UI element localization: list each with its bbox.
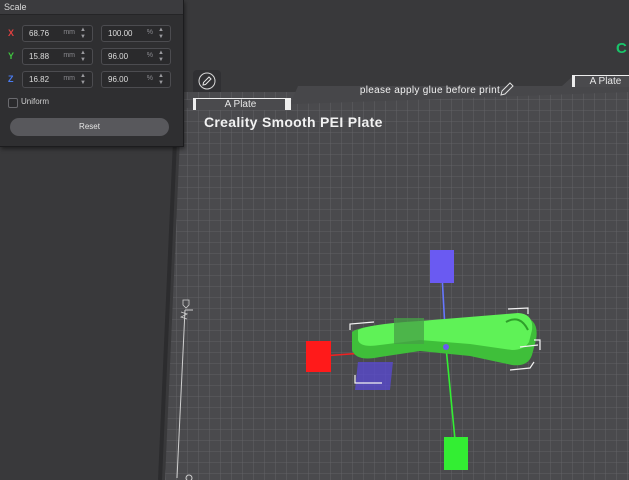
y-percent-input[interactable]: 96.00 % ▲ ▼ bbox=[101, 48, 171, 65]
unit-label: % bbox=[146, 29, 153, 36]
z-percent-value: 96.00 bbox=[108, 75, 129, 84]
chevron-up-icon[interactable]: ▲ bbox=[80, 73, 86, 79]
unit-label: % bbox=[146, 75, 153, 82]
z-size-input[interactable]: 16.82 mm ▲ ▼ bbox=[22, 71, 93, 88]
y-handle[interactable] bbox=[444, 437, 468, 470]
edit-plate-button[interactable] bbox=[193, 70, 221, 92]
app-logo-icon: C bbox=[616, 40, 627, 57]
x-size-input[interactable]: 68.76 mm ▲ ▼ bbox=[22, 25, 93, 42]
pencil-icon bbox=[198, 72, 216, 90]
chevron-down-icon[interactable]: ▼ bbox=[80, 80, 86, 86]
chevron-up-icon[interactable]: ▲ bbox=[158, 73, 164, 79]
plate-tab-right[interactable]: A Plate bbox=[572, 75, 629, 87]
x-percent-value: 100.00 bbox=[108, 29, 133, 38]
y-size-input[interactable]: 15.88 mm ▲ ▼ bbox=[22, 48, 93, 65]
chevron-down-icon[interactable]: ▼ bbox=[158, 57, 164, 63]
scale-row-y: Y 15.88 mm ▲ ▼ 96.00 % ▲ ▼ bbox=[0, 48, 183, 66]
axis-label-y: Y bbox=[8, 51, 15, 61]
chevron-down-icon[interactable]: ▼ bbox=[80, 34, 86, 40]
reset-button[interactable]: Reset bbox=[10, 118, 169, 136]
unit-label: mm bbox=[63, 75, 75, 82]
unit-label: mm bbox=[63, 52, 75, 59]
plate-title: Creality Smooth PEI Plate bbox=[204, 114, 383, 130]
plate-tab-label: A Plate bbox=[196, 99, 285, 110]
x-percent-input[interactable]: 100.00 % ▲ ▼ bbox=[101, 25, 171, 42]
y-size-value: 15.88 bbox=[29, 52, 50, 61]
scale-row-z: Z 16.82 mm ▲ ▼ 96.00 % ▲ ▼ bbox=[0, 71, 183, 89]
z-percent-input[interactable]: 96.00 % ▲ ▼ bbox=[101, 71, 171, 88]
plate-tab-label: A Plate bbox=[575, 76, 629, 87]
uniform-checkbox[interactable] bbox=[8, 98, 18, 108]
scale-row-x: X 68.76 mm ▲ ▼ 100.00 % ▲ ▼ bbox=[0, 25, 183, 43]
x-handle[interactable] bbox=[306, 341, 331, 372]
chevron-down-icon[interactable]: ▼ bbox=[80, 57, 86, 63]
spinner[interactable]: ▲ ▼ bbox=[79, 72, 89, 87]
spinner[interactable]: ▲ ▼ bbox=[79, 26, 89, 41]
chevron-up-icon[interactable]: ▲ bbox=[158, 27, 164, 33]
chevron-down-icon[interactable]: ▼ bbox=[158, 80, 164, 86]
panel-title: Scale bbox=[0, 0, 183, 15]
unit-label: % bbox=[146, 52, 153, 59]
spinner[interactable]: ▲ ▼ bbox=[157, 49, 167, 64]
spinner[interactable]: ▲ ▼ bbox=[79, 49, 89, 64]
chevron-up-icon[interactable]: ▲ bbox=[158, 50, 164, 56]
axis-label-x: X bbox=[8, 28, 15, 38]
chevron-up-icon[interactable]: ▲ bbox=[80, 50, 86, 56]
y-percent-value: 96.00 bbox=[108, 52, 129, 61]
plate-tab-left[interactable]: A Plate bbox=[193, 98, 291, 110]
x-size-value: 68.76 bbox=[29, 29, 50, 38]
unit-label: mm bbox=[63, 29, 75, 36]
spinner[interactable]: ▲ ▼ bbox=[157, 26, 167, 41]
uniform-label: Uniform bbox=[21, 97, 50, 106]
scale-panel: Scale X 68.76 mm ▲ ▼ 100.00 % ▲ ▼ Y 15.8… bbox=[0, 0, 184, 147]
chevron-up-icon[interactable]: ▲ bbox=[80, 27, 86, 33]
spinner[interactable]: ▲ ▼ bbox=[157, 72, 167, 87]
axis-label-z: Z bbox=[8, 74, 14, 84]
z-size-value: 16.82 bbox=[29, 75, 50, 84]
plate-note[interactable]: please apply glue before print bbox=[290, 83, 570, 98]
z-handle[interactable] bbox=[430, 250, 454, 283]
z-plane-shadow bbox=[355, 362, 393, 390]
chevron-down-icon[interactable]: ▼ bbox=[158, 34, 164, 40]
